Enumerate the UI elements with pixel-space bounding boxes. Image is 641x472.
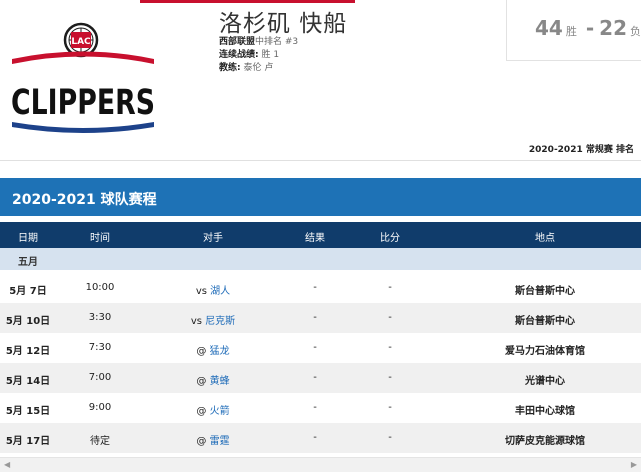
column-opponent: 对手 bbox=[203, 233, 223, 244]
opponent-link[interactable]: 火箭 bbox=[210, 406, 230, 417]
game-score: - bbox=[388, 372, 392, 383]
game-venue: 斯台普斯中心 bbox=[515, 316, 575, 327]
game-score: - bbox=[388, 312, 392, 323]
column-date: 日期 bbox=[18, 233, 38, 244]
schedule-title: 2020-2021 球队赛程 bbox=[12, 192, 157, 208]
opponent-link[interactable]: 尼克斯 bbox=[205, 316, 235, 327]
game-date: 5月 14日 bbox=[5, 376, 51, 387]
game-venue: 斯台普斯中心 bbox=[515, 286, 575, 297]
schedule-row: 5月 12日 7:30 @ 猛龙 - - 爱马力石油体育馆 bbox=[0, 333, 641, 363]
game-venue: 丰田中心球馆 bbox=[515, 406, 575, 417]
schedule-title-bar: 2020-2021 球队赛程 bbox=[0, 178, 641, 216]
game-date: 5月 7日 bbox=[9, 286, 47, 297]
game-venue: 爱马力石油体育馆 bbox=[505, 346, 585, 357]
record-dash: - bbox=[585, 16, 595, 40]
conference-rank: 西部联盟中排名 #3 bbox=[219, 37, 299, 47]
top-accent-bar bbox=[140, 0, 355, 3]
coach: 教练: 泰伦 卢 bbox=[219, 63, 274, 73]
opponent-link[interactable]: 猛龙 bbox=[210, 346, 230, 357]
game-result: - bbox=[313, 342, 317, 353]
schedule-row: 5月 15日 9:00 @ 火箭 - - 丰田中心球馆 bbox=[0, 393, 641, 423]
game-score: - bbox=[388, 432, 392, 443]
season-standings-label: 2020-2021 常规赛 排名 bbox=[528, 145, 634, 155]
schedule-row: 5月 10日 3:30 vs 尼克斯 - - 斯台普斯中心 bbox=[0, 303, 641, 333]
column-score: 比分 bbox=[380, 233, 400, 244]
game-date: 5月 10日 bbox=[5, 316, 51, 327]
wins-count: 44 bbox=[535, 16, 563, 40]
team-name: 洛杉矶 快船 bbox=[219, 11, 348, 37]
month-group-header: 五月 bbox=[0, 248, 641, 270]
record-box: 44 胜 -22 负 bbox=[506, 0, 641, 61]
game-venue: 切萨皮克能源球馆 bbox=[505, 436, 585, 447]
scroll-left-arrow-icon[interactable]: ◀ bbox=[4, 460, 10, 469]
opponent-prefix: @ bbox=[196, 346, 207, 357]
schedule-row: 5月 17日 待定 @ 雷霆 - - 切萨皮克能源球馆 bbox=[0, 423, 641, 453]
wins-unit: 胜 bbox=[565, 25, 577, 38]
game-score: - bbox=[388, 402, 392, 413]
schedule-row: 5月 7日 10:00 vs 湖人 - - 斯台普斯中心 bbox=[0, 273, 641, 303]
losses-unit: 负 bbox=[630, 25, 641, 38]
game-opponent: vs 湖人 bbox=[163, 282, 263, 297]
game-time: 待定 bbox=[90, 436, 110, 447]
column-time: 时间 bbox=[90, 233, 110, 244]
game-venue: 光谱中心 bbox=[525, 376, 565, 387]
opponent-prefix: vs bbox=[190, 316, 202, 327]
opponent-link[interactable]: 湖人 bbox=[210, 286, 230, 297]
svg-text:LAC: LAC bbox=[71, 37, 91, 47]
win-loss-record: 44 胜 -22 负 bbox=[535, 16, 641, 40]
game-result: - bbox=[313, 372, 317, 383]
column-venue: 地点 bbox=[535, 233, 555, 244]
game-opponent: @ 黄蜂 bbox=[163, 372, 263, 387]
game-date: 5月 12日 bbox=[5, 346, 51, 357]
game-time: 10:00 bbox=[85, 282, 115, 293]
game-time: 9:00 bbox=[88, 402, 112, 413]
game-date: 5月 17日 bbox=[5, 436, 51, 447]
game-result: - bbox=[313, 312, 317, 323]
losses-count: 22 bbox=[599, 16, 627, 40]
game-opponent: vs 尼克斯 bbox=[163, 312, 263, 327]
month-label: 五月 bbox=[18, 257, 38, 268]
opponent-prefix: @ bbox=[196, 436, 207, 447]
game-opponent: @ 猛龙 bbox=[163, 342, 263, 357]
column-result: 结果 bbox=[305, 233, 325, 244]
opponent-prefix: @ bbox=[196, 406, 207, 417]
scroll-right-arrow-icon[interactable]: ▶ bbox=[631, 460, 637, 469]
opponent-prefix: vs bbox=[195, 286, 207, 297]
horizontal-scrollbar[interactable]: ◀ ▶ bbox=[0, 457, 641, 472]
game-time: 7:00 bbox=[88, 372, 112, 383]
game-time: 7:30 bbox=[88, 342, 112, 353]
opponent-prefix: @ bbox=[196, 376, 207, 387]
season-divider: 2020-2021 常规赛 排名 bbox=[0, 132, 641, 161]
svg-text:CLIPPERS: CLIPPERS bbox=[11, 83, 155, 123]
opponent-link[interactable]: 黄蜂 bbox=[210, 376, 230, 387]
game-score: - bbox=[388, 282, 392, 293]
game-score: - bbox=[388, 342, 392, 353]
game-time: 3:30 bbox=[88, 312, 112, 323]
game-date: 5月 15日 bbox=[5, 406, 51, 417]
game-result: - bbox=[313, 432, 317, 443]
game-opponent: @ 火箭 bbox=[163, 402, 263, 417]
clippers-logo: LAC CLIPPERS bbox=[11, 22, 155, 133]
opponent-link[interactable]: 雷霆 bbox=[210, 436, 230, 447]
schedule-row: 5月 14日 7:00 @ 黄蜂 - - 光谱中心 bbox=[0, 363, 641, 393]
game-result: - bbox=[313, 402, 317, 413]
game-result: - bbox=[313, 282, 317, 293]
streak: 连续战绩: 胜 1 bbox=[219, 50, 280, 60]
schedule-column-header: 日期 时间 对手 结果 比分 地点 bbox=[0, 222, 641, 248]
game-opponent: @ 雷霆 bbox=[163, 432, 263, 447]
